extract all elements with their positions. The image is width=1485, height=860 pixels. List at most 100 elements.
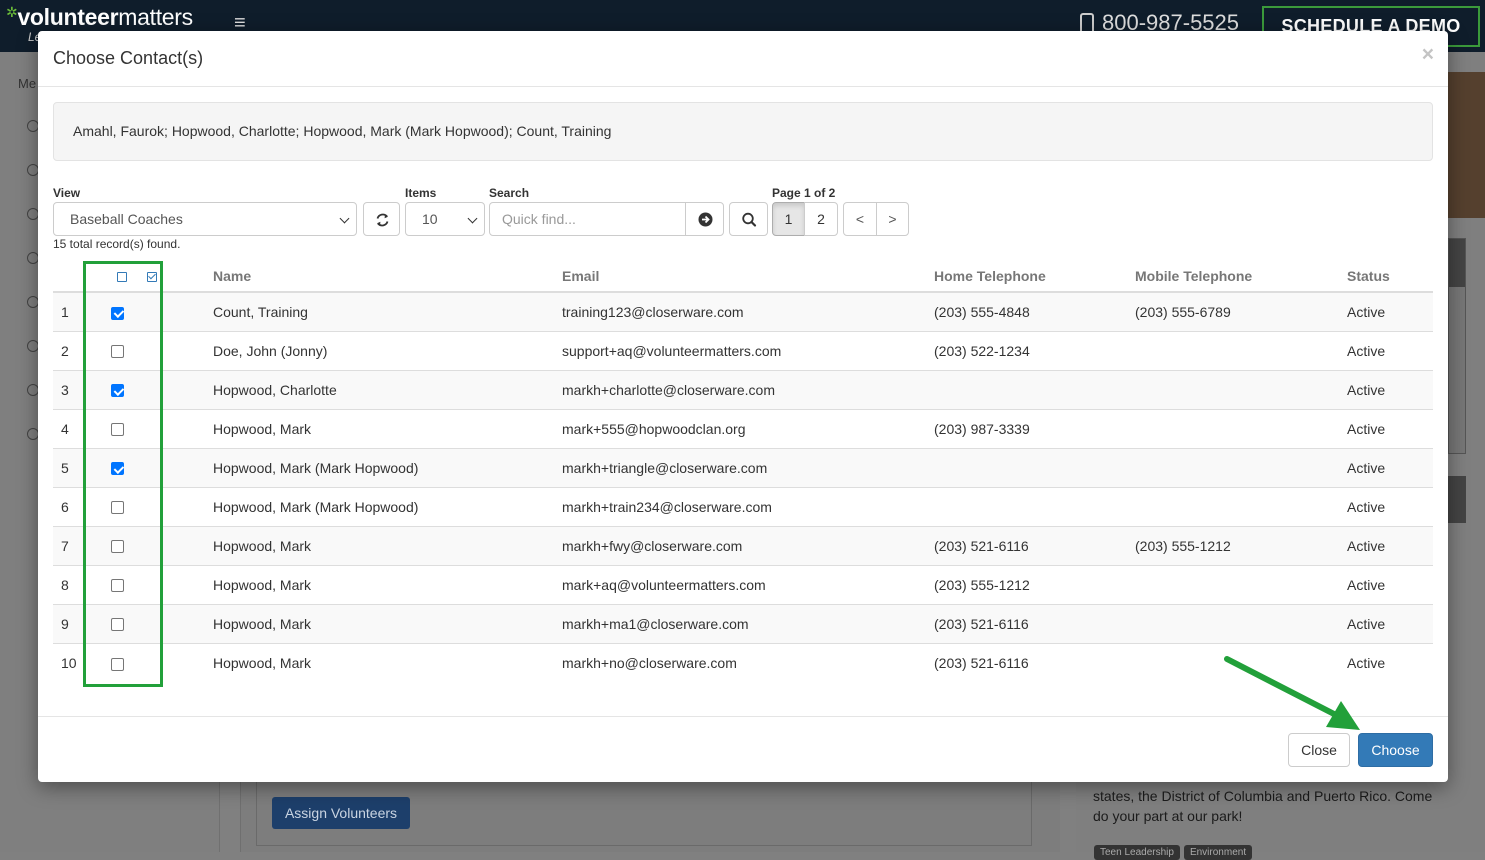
contact-name: Count, Training xyxy=(213,291,562,331)
table-row[interactable]: 8 Hopwood, Mark mark+aq@volunteermatters.c… xyxy=(53,564,1433,604)
close-button[interactable]: Close xyxy=(1288,733,1350,767)
row-number-header xyxy=(53,257,83,293)
table-row[interactable]: 7 Hopwood, Mark markh+fwy@closerware.com (2… xyxy=(53,525,1433,565)
right-panel xyxy=(1448,238,1466,454)
table-row[interactable]: 1 Count, Training training123@closerware.c… xyxy=(53,291,1433,331)
table-row[interactable]: 3 Hopwood, Charlotte markh+charlotte@close… xyxy=(53,369,1433,409)
items-per-page-select[interactable]: 10 xyxy=(405,202,485,236)
status: Active xyxy=(1347,291,1433,331)
row-number: 6 xyxy=(53,486,83,526)
contact-email: mark+aq@volunteermatters.com xyxy=(562,564,934,604)
table-row[interactable]: 4 Hopwood, Mark mark+555@hopwoodclan.org (2… xyxy=(53,408,1433,448)
row-checkbox[interactable] xyxy=(111,306,124,320)
row-checkbox[interactable] xyxy=(111,423,124,437)
table-row[interactable]: 5 Hopwood, Mark (Mark Hopwood) markh+trian… xyxy=(53,447,1433,487)
total-records: 15 total record(s) found. xyxy=(53,237,181,251)
status: Active xyxy=(1347,486,1433,526)
tag-list: Teen Leadership Environment xyxy=(1094,842,1256,860)
modal-header: Choose Contact(s) × xyxy=(38,31,1448,87)
contact-email: markh+triangle@closerware.com xyxy=(562,447,934,487)
table-header-row: Name Email Home Telephone Mobile Telepho… xyxy=(53,257,1433,293)
select-all-icon[interactable] xyxy=(146,272,157,283)
search-go-button[interactable] xyxy=(685,202,724,236)
table-row[interactable]: 10 Hopwood, Mark markh+no@closerware.com (2… xyxy=(53,642,1433,682)
row-checkbox[interactable] xyxy=(111,384,124,398)
view-select[interactable]: Baseball Coaches xyxy=(53,202,357,236)
row-checkbox-cell xyxy=(83,330,213,370)
search-icon xyxy=(742,212,757,227)
row-checkbox[interactable] xyxy=(111,618,124,632)
row-number: 7 xyxy=(53,525,83,565)
search-button[interactable] xyxy=(729,202,768,236)
refresh-icon xyxy=(376,213,389,227)
row-checkbox[interactable] xyxy=(111,579,124,593)
status: Active xyxy=(1347,525,1433,565)
items-label: Items xyxy=(405,186,437,200)
select-none-icon[interactable] xyxy=(117,272,127,283)
tag-chip[interactable]: Environment xyxy=(1183,845,1253,860)
row-checkbox-cell xyxy=(83,642,213,682)
row-checkbox[interactable] xyxy=(111,657,124,671)
site-logo[interactable]: ✲volunteermatters xyxy=(6,4,193,31)
choose-button[interactable]: Choose xyxy=(1358,733,1433,767)
contact-name: Hopwood, Mark xyxy=(213,564,562,604)
modal-title: Choose Contact(s) xyxy=(53,48,204,68)
contact-name: Hopwood, Charlotte xyxy=(213,369,562,409)
promo-photo xyxy=(1445,72,1485,218)
next-page-button[interactable]: > xyxy=(876,202,909,236)
table-row[interactable]: 2 Doe, John (Jonny) support+aq@volunteerma… xyxy=(53,330,1433,370)
home-telephone: (203) 555-1212 xyxy=(934,564,1135,604)
contact-email: markh+ma1@closerware.com xyxy=(562,603,934,643)
home-telephone-header[interactable]: Home Telephone xyxy=(934,257,1135,293)
mobile-telephone xyxy=(1135,408,1347,448)
assign-volunteers-button[interactable]: Assign Volunteers xyxy=(272,797,410,829)
refresh-button[interactable] xyxy=(363,202,400,236)
row-checkbox[interactable] xyxy=(111,462,124,476)
row-checkbox-cell xyxy=(83,486,213,526)
status-header[interactable]: Status xyxy=(1347,257,1433,293)
checkbox-header xyxy=(83,257,213,293)
mobile-telephone-header[interactable]: Mobile Telephone xyxy=(1135,257,1347,293)
home-telephone: (203) 555-4848 xyxy=(934,291,1135,331)
mobile-telephone xyxy=(1135,603,1347,643)
contact-email: markh+no@closerware.com xyxy=(562,642,934,682)
status: Active xyxy=(1347,642,1433,682)
row-checkbox-cell xyxy=(83,369,213,409)
email-header[interactable]: Email xyxy=(562,257,934,293)
row-number: 2 xyxy=(53,330,83,370)
mobile-telephone xyxy=(1135,486,1347,526)
page-1-button[interactable]: 1 xyxy=(772,202,805,236)
row-checkbox-cell xyxy=(83,564,213,604)
row-checkbox-cell xyxy=(83,408,213,448)
table-row[interactable]: 9 Hopwood, Mark markh+ma1@closerware.com (2… xyxy=(53,603,1433,643)
chevron-down-icon xyxy=(467,213,478,224)
row-checkbox-cell xyxy=(83,447,213,487)
row-checkbox[interactable] xyxy=(111,345,124,359)
home-telephone: (203) 521-6116 xyxy=(934,603,1135,643)
mobile-telephone: (203) 555-6789 xyxy=(1135,291,1347,331)
prev-page-button[interactable]: < xyxy=(843,202,877,236)
name-header[interactable]: Name xyxy=(213,257,562,293)
contact-name: Hopwood, Mark (Mark Hopwood) xyxy=(213,447,562,487)
page-2-button[interactable]: 2 xyxy=(804,202,838,236)
home-telephone xyxy=(934,447,1135,487)
row-number: 10 xyxy=(53,642,83,682)
contact-name: Hopwood, Mark (Mark Hopwood) xyxy=(213,486,562,526)
home-telephone: (203) 987-3339 xyxy=(934,408,1135,448)
home-telephone: (203) 521-6116 xyxy=(934,642,1135,682)
row-checkbox-cell xyxy=(83,291,213,331)
view-select-value: Baseball Coaches xyxy=(70,211,183,227)
tag-chip[interactable]: Teen Leadership xyxy=(1094,845,1180,860)
status: Active xyxy=(1347,408,1433,448)
search-input[interactable] xyxy=(489,202,686,236)
chevron-down-icon xyxy=(339,213,350,224)
home-telephone xyxy=(934,486,1135,526)
table-row[interactable]: 6 Hopwood, Mark (Mark Hopwood) markh+train… xyxy=(53,486,1433,526)
promo-text: states, the District of Columbia and Pue… xyxy=(1093,788,1433,824)
row-checkbox[interactable] xyxy=(111,540,124,554)
row-number: 9 xyxy=(53,603,83,643)
status: Active xyxy=(1347,369,1433,409)
contact-email: mark+555@hopwoodclan.org xyxy=(562,408,934,448)
close-icon[interactable]: × xyxy=(1422,43,1434,67)
row-checkbox[interactable] xyxy=(111,501,124,515)
